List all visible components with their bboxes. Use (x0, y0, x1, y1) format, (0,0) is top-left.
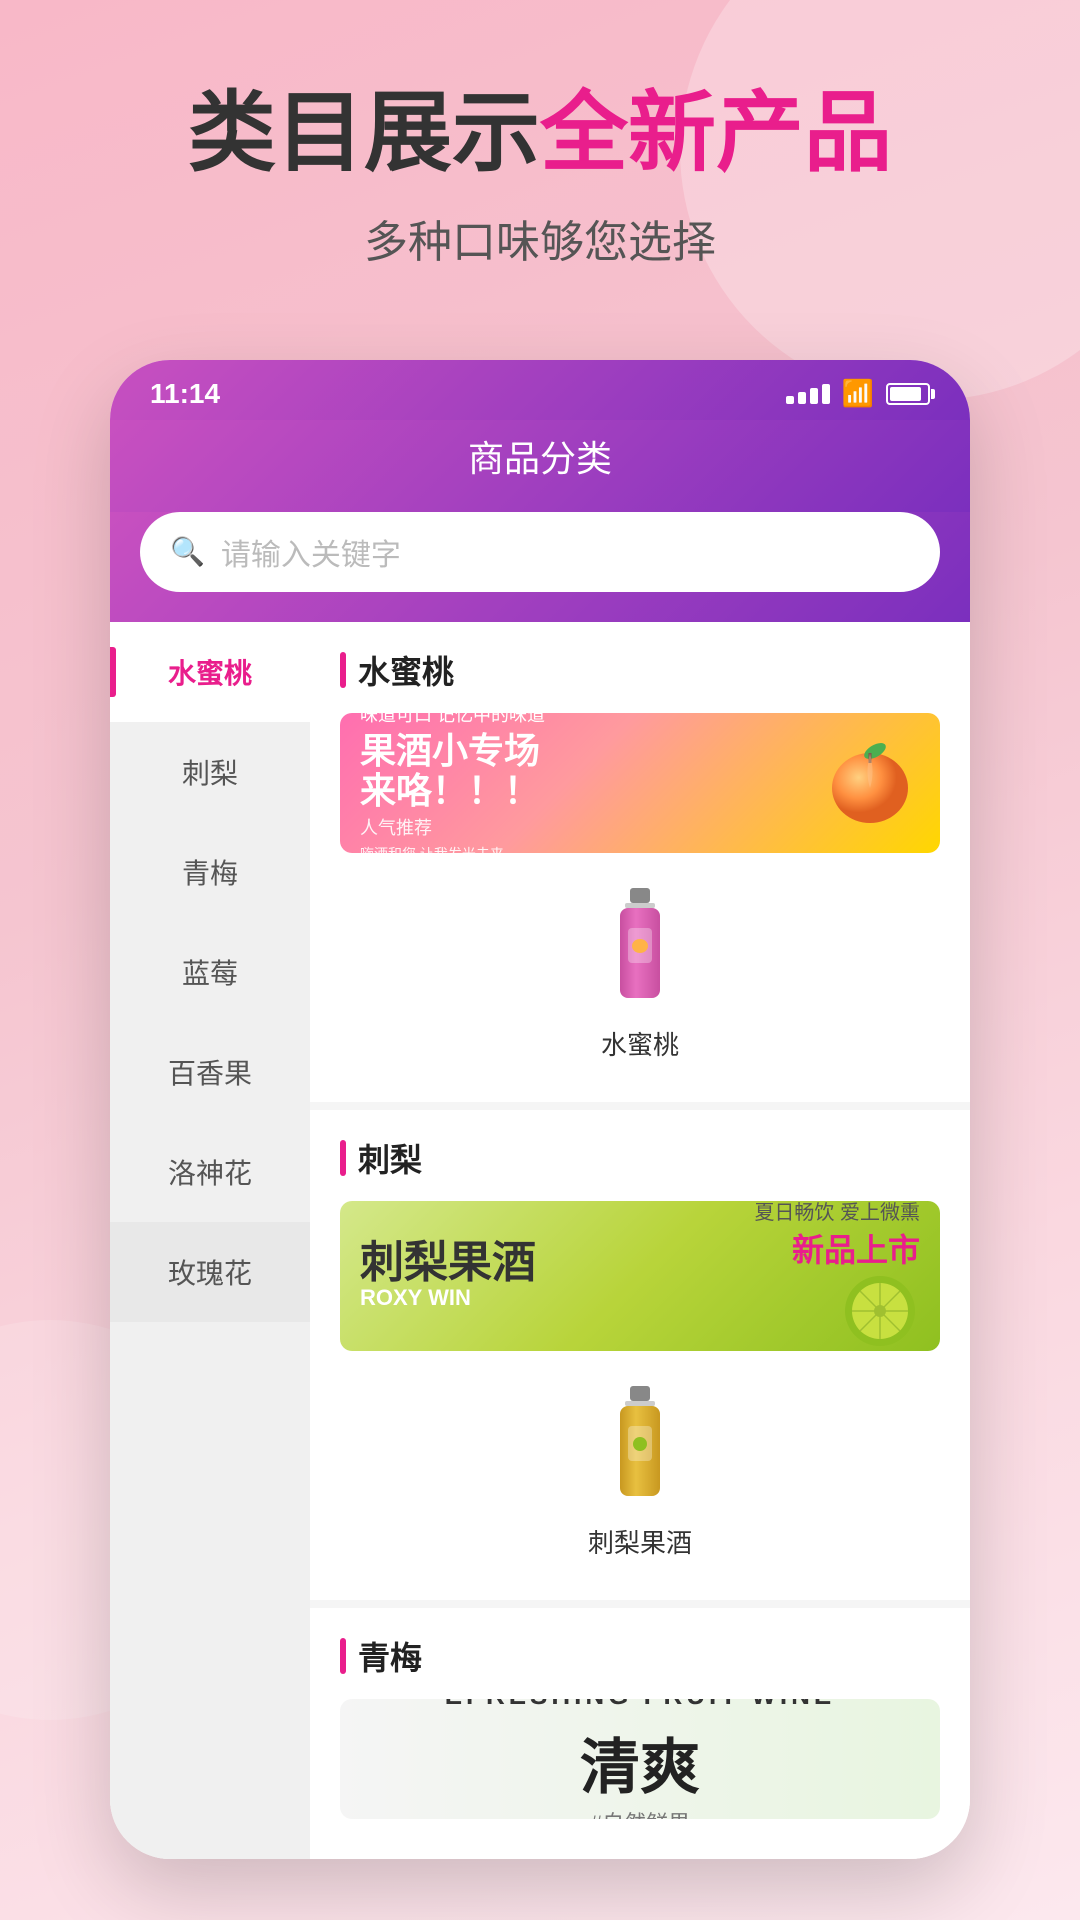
signal-icon (786, 384, 830, 404)
peach-illustration (820, 733, 920, 833)
category-title-shuimitao: 水蜜桃 (340, 647, 940, 693)
sidebar-item-qingmei[interactable]: 青梅 (110, 822, 310, 922)
category-shuimitao: 水蜜桃 味道可口 记忆中的味道 果酒小专场 来咯！！！ 人气推荐 嗨酒和您 让我… (310, 622, 970, 1110)
search-section: 🔍 请输入关键字 (110, 512, 970, 622)
banner-small-text: 味道可口 记忆中的味道 (360, 713, 820, 727)
banner-qingshuang-text: 清爽 (580, 1719, 700, 1806)
sidebar-item-shuimitao[interactable]: 水蜜桃 (110, 622, 310, 722)
product-name-cili: 刺梨果酒 (588, 1523, 692, 1560)
banner-efreshing-text: EFRESHING FRUIT WINE (445, 1699, 836, 1711)
promo-title: 类目展示全新产品 (40, 80, 1040, 186)
category-cili: 刺梨 刺梨果酒 ROXY WIN 夏日畅饮 爱上微熏 新品上市 (310, 1110, 970, 1608)
sidebar: 水蜜桃 刺梨 青梅 蓝莓 百香果 洛神花 玫瑰花 (110, 622, 310, 1859)
sidebar-item-baixianguo[interactable]: 百香果 (110, 1022, 310, 1122)
app-header: 商品分类 (110, 420, 970, 512)
search-icon: 🔍 (170, 535, 205, 568)
sidebar-item-loshenhua[interactable]: 洛神花 (110, 1122, 310, 1222)
banner-shuimitao[interactable]: 味道可口 记忆中的味道 果酒小专场 来咯！！！ 人气推荐 嗨酒和您 让我发光未来 (340, 713, 940, 853)
content-area: 水蜜桃 刺梨 青梅 蓝莓 百香果 洛神花 玫瑰花 (110, 622, 970, 1859)
title-bar-decoration-cili (340, 1140, 346, 1176)
promo-title-black: 类目展示 (188, 83, 540, 182)
right-content: 水蜜桃 味道可口 记忆中的味道 果酒小专场 来咯！！！ 人气推荐 嗨酒和您 让我… (310, 622, 970, 1859)
banner-natural-text: #自然鲜果 (590, 1806, 690, 1819)
category-qingmei: 青梅 EFRESHING FRUIT WINE 清爽 #自然鲜果 (310, 1608, 970, 1859)
battery-icon (886, 383, 930, 405)
sidebar-item-meiguihua[interactable]: 玫瑰花 (110, 1222, 310, 1322)
banner-kiwi-content: 刺梨果酒 ROXY WIN 夏日畅饮 爱上微熏 新品上市 (340, 1201, 940, 1351)
sidebar-item-cili[interactable]: 刺梨 (110, 722, 310, 822)
phone-mockup: 11:14 📶 商品分类 🔍 请输入关键字 水蜜桃 (110, 360, 970, 1859)
product-cili[interactable]: 刺梨果酒 (340, 1371, 940, 1580)
product-shuimitao[interactable]: 水蜜桃 (340, 873, 940, 1082)
sidebar-item-lanmei[interactable]: 蓝莓 (110, 922, 310, 1022)
banner-kiwi-en-text: ROXY WIN (360, 1285, 754, 1311)
product-name-shuimitao: 水蜜桃 (601, 1025, 679, 1062)
kiwi-illustration (840, 1271, 920, 1351)
banner-footer-text: 嗨酒和您 让我发光未来 (360, 844, 820, 852)
promo-title-pink: 全新产品 (540, 83, 892, 182)
status-bar: 11:14 📶 (110, 360, 970, 420)
wifi-icon: 📶 (842, 378, 874, 409)
title-bar-decoration (340, 652, 346, 688)
banner-big-text: 果酒小专场 来咯！！！ (360, 731, 820, 810)
banner-kiwi-big-text: 刺梨果酒 (360, 1241, 754, 1285)
banner-new-text: 新品上市 (764, 1225, 920, 1271)
status-icons: 📶 (786, 378, 930, 409)
banner-sub-text: 人气推荐 (360, 814, 820, 840)
category-title-cili: 刺梨 (340, 1135, 940, 1181)
bottle-yellow-icon (600, 1381, 680, 1511)
category-title-qingmei: 青梅 (340, 1633, 940, 1679)
search-placeholder-text: 请输入关键字 (221, 530, 401, 574)
banner-summer-text: 夏日畅饮 爱上微熏 (754, 1201, 920, 1225)
banner-qingmei[interactable]: EFRESHING FRUIT WINE 清爽 #自然鲜果 (340, 1699, 940, 1819)
status-time: 11:14 (150, 378, 220, 410)
bottle-pink-icon (600, 883, 680, 1013)
banner-peach-content: 味道可口 记忆中的味道 果酒小专场 来咯！！！ 人气推荐 嗨酒和您 让我发光未来 (340, 713, 940, 853)
title-bar-decoration-qingmei (340, 1638, 346, 1674)
promo-subtitle: 多种口味够您选择 (40, 206, 1040, 270)
banner-cili[interactable]: 刺梨果酒 ROXY WIN 夏日畅饮 爱上微熏 新品上市 (340, 1201, 940, 1351)
promo-header: 类目展示全新产品 多种口味够您选择 (0, 0, 1080, 310)
search-bar[interactable]: 🔍 请输入关键字 (140, 512, 940, 592)
app-title: 商品分类 (468, 438, 612, 479)
